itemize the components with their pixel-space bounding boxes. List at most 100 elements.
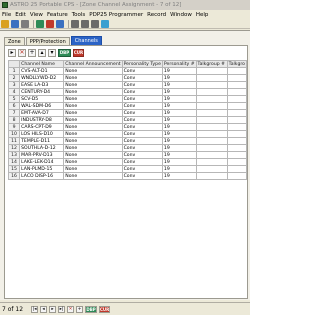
table-row[interactable]: 12 SOUTHLA-D-12 None Conv 19 xyxy=(7,144,248,152)
table-row[interactable]: 10 LOS HILS-D10 None Conv 19 xyxy=(7,130,248,138)
table-row[interactable]: 13 MAR-PRV-D13 None Conv 19 xyxy=(7,151,248,159)
help-icon[interactable] xyxy=(101,19,109,28)
talkgroup-extra-cell[interactable] xyxy=(226,151,248,159)
announcement-cell[interactable]: None xyxy=(63,144,123,152)
talkgroup-extra-cell[interactable] xyxy=(226,102,248,110)
talkgroup-cell[interactable] xyxy=(195,123,228,131)
cut-icon[interactable] xyxy=(71,19,79,28)
personality-type-cell[interactable]: Conv xyxy=(121,74,163,82)
personality-number-cell[interactable]: 19 xyxy=(161,144,197,152)
table-row[interactable]: 11 TEMPLE-D11 None Conv 19 xyxy=(7,137,248,145)
tab-channels[interactable]: Channels xyxy=(70,36,102,45)
delete-row-icon[interactable]: ✕ xyxy=(18,48,26,57)
table-row[interactable]: 3 EASE LA-D3 None Conv 19 xyxy=(7,81,248,89)
talkgroup-extra-cell[interactable] xyxy=(226,95,248,103)
talkgroup-extra-cell[interactable] xyxy=(226,109,248,117)
paste-icon[interactable] xyxy=(91,19,99,28)
announcement-cell[interactable]: None xyxy=(63,88,123,96)
personality-number-cell[interactable]: 19 xyxy=(161,109,197,117)
talkgroup-cell[interactable] xyxy=(195,137,228,145)
menu-record[interactable]: Record xyxy=(147,12,166,18)
channel-name-cell[interactable]: CARS-CPT-D9 xyxy=(19,123,65,131)
table-row[interactable]: 4 CENTURY-D4 None Conv 19 xyxy=(7,88,248,96)
table-row[interactable]: 2 WNDLLYWD-D2 None Conv 19 xyxy=(7,74,248,82)
personality-number-cell[interactable]: 19 xyxy=(161,151,197,159)
announcement-cell[interactable]: None xyxy=(63,95,123,103)
channel-name-cell[interactable]: LACO DISP-16 xyxy=(19,172,65,180)
status-dbp-button[interactable]: DBP xyxy=(85,305,98,313)
status-cur-button[interactable]: CUR xyxy=(99,305,111,313)
personality-type-cell[interactable]: Conv xyxy=(121,95,163,103)
announcement-cell[interactable]: None xyxy=(63,151,123,159)
menu-file[interactable]: File xyxy=(2,12,11,18)
talkgroup-cell[interactable] xyxy=(195,130,228,138)
announcement-cell[interactable]: None xyxy=(63,165,123,173)
menu-help[interactable]: Help xyxy=(196,12,209,18)
announcement-cell[interactable]: None xyxy=(63,109,123,117)
announcement-cell[interactable]: None xyxy=(63,102,123,110)
column-header-personality-number[interactable]: Personality # xyxy=(161,60,197,68)
save-icon[interactable] xyxy=(11,19,19,28)
talkgroup-cell[interactable] xyxy=(195,151,228,159)
talkgroup-cell[interactable] xyxy=(195,158,228,166)
channel-name-cell[interactable]: MAR-PRV-D13 xyxy=(19,151,65,159)
table-row[interactable]: 8 INDUSTRY-D8 None Conv 19 xyxy=(7,116,248,124)
personality-type-cell[interactable]: Conv xyxy=(121,165,163,173)
table-row[interactable]: 16 LACO DISP-16 None Conv 19 xyxy=(7,172,248,180)
announcement-cell[interactable]: None xyxy=(63,67,123,75)
channel-name-cell[interactable]: LAN-PLMD-15 xyxy=(19,165,65,173)
personality-type-cell[interactable]: Conv xyxy=(121,144,163,152)
dbp-button[interactable]: DBP xyxy=(58,48,71,57)
talkgroup-extra-cell[interactable] xyxy=(226,165,248,173)
talkgroup-extra-cell[interactable] xyxy=(226,158,248,166)
channel-name-cell[interactable]: EASE LA-D3 xyxy=(19,81,65,89)
move-up-icon[interactable]: ▴ xyxy=(38,48,46,57)
channel-name-cell[interactable]: EMT-AVA-D7 xyxy=(19,109,65,117)
talkgroup-extra-cell[interactable] xyxy=(226,144,248,152)
personality-number-cell[interactable]: 19 xyxy=(161,67,197,75)
read-radio-icon[interactable] xyxy=(36,19,44,28)
announcement-cell[interactable]: None xyxy=(63,123,123,131)
channel-name-cell[interactable]: WNDLLYWD-D2 xyxy=(19,74,65,82)
talkgroup-extra-cell[interactable] xyxy=(226,74,248,82)
personality-type-cell[interactable]: Conv xyxy=(121,109,163,117)
talkgroup-cell[interactable] xyxy=(195,144,228,152)
menu-feature[interactable]: Feature xyxy=(47,12,68,18)
personality-type-cell[interactable]: Conv xyxy=(121,67,163,75)
announcement-cell[interactable]: None xyxy=(63,130,123,138)
talkgroup-cell[interactable] xyxy=(195,165,228,173)
cur-button[interactable]: CUR xyxy=(73,48,84,57)
table-row[interactable]: 5 SCV-D5 None Conv 19 xyxy=(7,95,248,103)
personality-number-cell[interactable]: 19 xyxy=(161,81,197,89)
channel-name-cell[interactable]: LAKE-LEK-D14 xyxy=(19,158,65,166)
talkgroup-cell[interactable] xyxy=(195,172,228,180)
copy-icon[interactable] xyxy=(81,19,89,28)
tab-ppp-protection[interactable]: PPP/Protection xyxy=(25,37,70,45)
table-row[interactable]: 14 LAKE-LEK-D14 None Conv 19 xyxy=(7,158,248,166)
talkgroup-extra-cell[interactable] xyxy=(226,116,248,124)
personality-type-cell[interactable]: Conv xyxy=(121,158,163,166)
column-header-talkgroup-truncated[interactable]: Talkgro xyxy=(226,60,248,68)
personality-type-cell[interactable]: Conv xyxy=(121,102,163,110)
menu-programmer[interactable]: PDP25 Programmer xyxy=(89,12,143,18)
talkgroup-extra-cell[interactable] xyxy=(226,123,248,131)
announcement-cell[interactable]: None xyxy=(63,74,123,82)
personality-type-cell[interactable]: Conv xyxy=(121,88,163,96)
print-icon[interactable] xyxy=(21,19,29,28)
talkgroup-cell[interactable] xyxy=(195,74,228,82)
delete-record-icon[interactable]: ✕ xyxy=(67,305,75,313)
personality-type-cell[interactable]: Conv xyxy=(121,151,163,159)
add-record-icon[interactable]: + xyxy=(76,305,84,313)
announcement-cell[interactable]: None xyxy=(63,137,123,145)
column-header-personality-type[interactable]: Personality Type xyxy=(121,60,163,68)
menu-window[interactable]: Window xyxy=(170,12,192,18)
personality-number-cell[interactable]: 19 xyxy=(161,74,197,82)
personality-number-cell[interactable]: 19 xyxy=(161,130,197,138)
personality-number-cell[interactable]: 19 xyxy=(161,95,197,103)
menu-edit[interactable]: Edit xyxy=(15,12,26,18)
channel-name-cell[interactable]: TEMPLE-D11 xyxy=(19,137,65,145)
talkgroup-extra-cell[interactable] xyxy=(226,67,248,75)
talkgroup-extra-cell[interactable] xyxy=(226,130,248,138)
first-record-icon[interactable]: |◂ xyxy=(31,305,39,313)
table-row[interactable]: 15 LAN-PLMD-15 None Conv 19 xyxy=(7,165,248,173)
